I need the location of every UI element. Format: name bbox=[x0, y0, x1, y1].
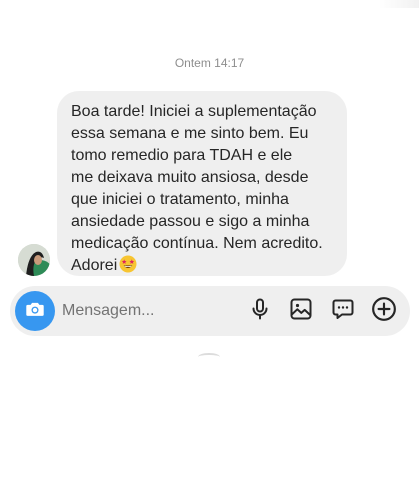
gallery-button[interactable] bbox=[288, 298, 314, 324]
sticker-button[interactable] bbox=[330, 298, 356, 324]
scroll-indicator bbox=[198, 353, 220, 361]
camera-button[interactable] bbox=[15, 291, 55, 331]
message-bubble[interactable]: Boa tarde! Iniciei a suplementação essa … bbox=[57, 91, 347, 276]
microphone-button[interactable] bbox=[247, 298, 273, 324]
add-button[interactable] bbox=[371, 296, 397, 327]
plus-icon bbox=[371, 296, 397, 327]
image-icon bbox=[289, 297, 313, 326]
sticker-icon bbox=[331, 297, 355, 326]
message-body: Boa tarde! Iniciei a suplementação essa … bbox=[71, 103, 323, 274]
message-text: Boa tarde! Iniciei a suplementação essa … bbox=[71, 101, 335, 277]
message-input[interactable] bbox=[62, 299, 232, 323]
avatar[interactable] bbox=[18, 244, 50, 276]
message-timestamp: Ontem 14:17 bbox=[174, 56, 245, 70]
top-edge-shadow bbox=[379, 0, 419, 8]
camera-icon bbox=[24, 298, 46, 325]
chat-screen: Ontem 14:17 Boa tarde! Iniciei a supleme… bbox=[0, 0, 419, 480]
star-struck-emoji-icon bbox=[119, 255, 137, 273]
microphone-icon bbox=[248, 297, 272, 326]
message-composer bbox=[10, 286, 410, 336]
